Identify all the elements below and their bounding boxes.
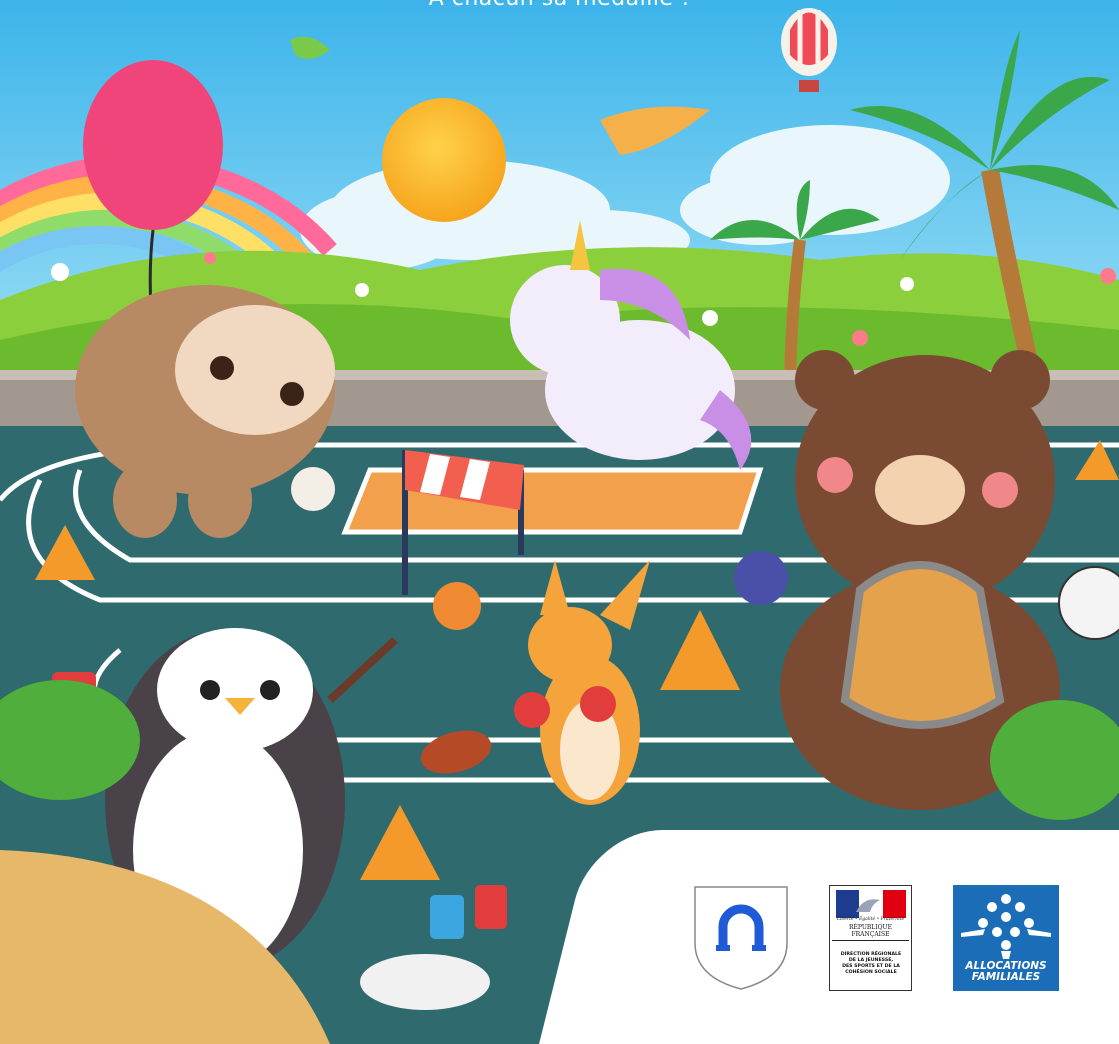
direction-name: DIRECTION RÉGIONALE DE LA JEUNESSE, DES … — [840, 952, 902, 975]
republic-name: RÉPUBLIQUE FRANÇAISE — [832, 924, 909, 941]
bowling-ball-icon — [734, 551, 788, 605]
republique-francaise-logo: Liberté • Égalité • Fraternité RÉPUBLIQU… — [829, 885, 912, 991]
poster: À chacun sa médaille ! Liberté • Égalité… — [0, 0, 1119, 1044]
marianne-icon — [836, 890, 906, 918]
basketball-icon — [433, 582, 481, 630]
town-crest-logo — [693, 885, 789, 991]
caf-logo: ALLOCATIONS FAMILIALES — [953, 885, 1059, 991]
baseball-icon — [291, 467, 335, 511]
soccer-ball-icon — [1058, 566, 1119, 640]
caf-name: ALLOCATIONS FAMILIALES — [965, 960, 1047, 983]
family-icon — [961, 894, 1051, 959]
sun-icon — [382, 98, 506, 222]
poster-tagline: À chacun sa médaille ! — [0, 0, 1119, 11]
republic-motto: Liberté • Égalité • Fraternité — [836, 917, 905, 922]
horseshoe-icon — [694, 886, 788, 990]
